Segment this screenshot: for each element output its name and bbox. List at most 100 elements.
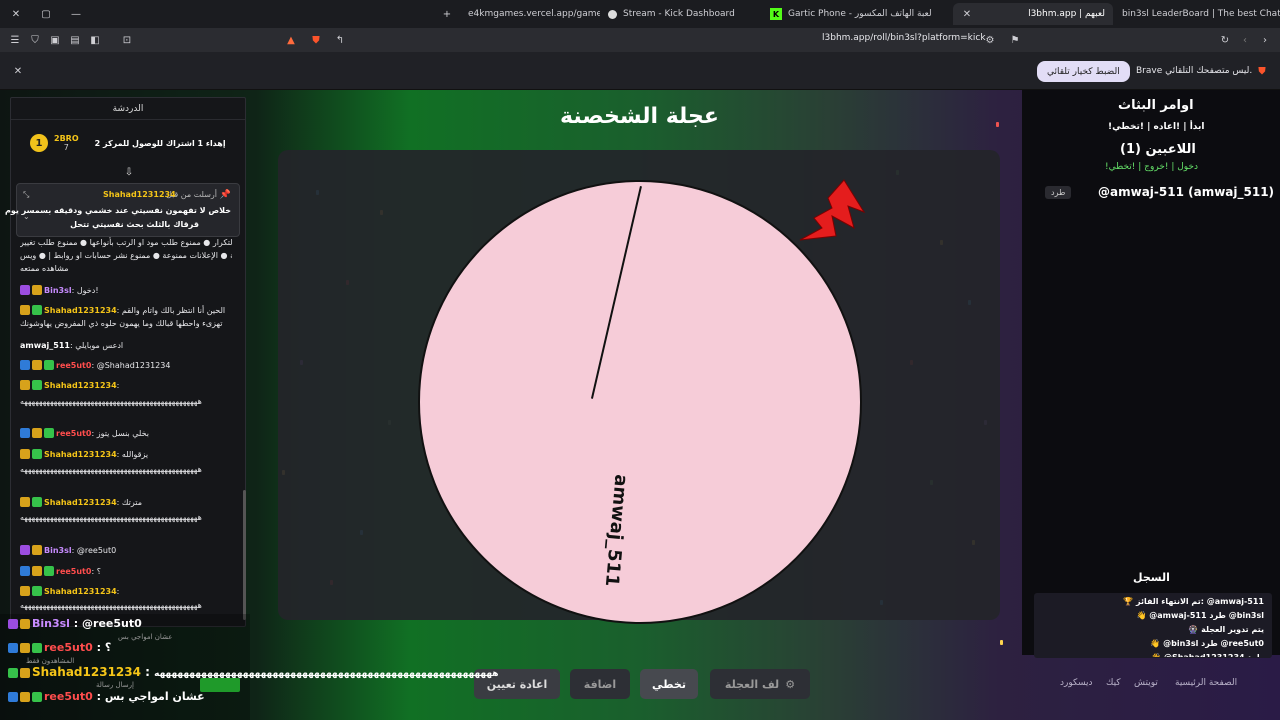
overlay-message: ree5ut0 : عشان امواجي بس	[8, 690, 205, 703]
chat-username[interactable]: Shahad1231234	[44, 306, 117, 315]
skip-button[interactable]: تخطي	[640, 669, 698, 699]
overlay-username: ree5ut0	[44, 641, 93, 654]
chat-message: Shahad1231234:	[20, 586, 232, 597]
wallet-icon[interactable]: ▣	[49, 34, 61, 46]
default-browser-infobar: ✕ الضبط كخيار تلقائي Brave ليس متصفحك ال…	[0, 52, 1280, 90]
overlay-message: Shahad1231234 : هههههههههههههههههههههههه…	[8, 665, 499, 679]
chat-username[interactable]: amwaj_511	[20, 341, 70, 350]
restore-window-icon[interactable]: ▢	[40, 8, 52, 20]
chat-message: هههههههههههههههههههههههههههههههههههههههه…	[20, 464, 232, 475]
unpin-icon[interactable]: ⤡	[23, 190, 29, 200]
reload-icon[interactable]: ↻	[1219, 34, 1231, 46]
chat-text: هههههههههههههههههههههههههههههههههههههههه…	[20, 513, 202, 522]
pinned-message[interactable]: 📌 أرسلت من قبل Shahad1231234 ⤡ ⌄ خلاص لا…	[5, 183, 240, 237]
menu-icon[interactable]: ☰	[9, 34, 21, 46]
tab-label: l3bhm.app | لعبهم	[1028, 9, 1105, 19]
chat-username[interactable]: ree5ut0	[56, 567, 91, 576]
tab-label: Stream - Kick Dashboard	[623, 9, 735, 19]
chat-scrollbar[interactable]	[243, 490, 246, 620]
chat-username[interactable]: Shahad1231234	[44, 381, 117, 390]
chat-username[interactable]: Bin3sl	[44, 286, 72, 295]
chat-message: Shahad1231234: يزقوالله	[20, 449, 232, 460]
commands-title: اوامر البثاث	[1118, 98, 1194, 113]
confetti-piece	[996, 122, 999, 127]
share-icon[interactable]: ↰	[334, 34, 346, 46]
sidebar-icon[interactable]: ◧	[89, 34, 101, 46]
add-button[interactable]: اضافة	[570, 669, 630, 699]
chat-message: amwaj_511: ادعس موبايلي	[20, 341, 124, 350]
kick-dashboard-icon	[608, 9, 617, 19]
log-entry: 👋 @Shahad1231234 طرد	[1151, 653, 1264, 657]
player-entry: @amwaj-511 (amwaj_511)	[1098, 185, 1275, 199]
overlay-text: ؟	[104, 641, 112, 654]
chat-text: ادعس موبايلي	[75, 341, 124, 350]
tab-e4kmgames[interactable]: e4kmgames.vercel.app/games/word	[460, 3, 600, 25]
log-entry: 🎡 يتم تدوير العجلة	[1188, 625, 1264, 634]
chat-message: ree5ut0: ؟	[20, 566, 232, 577]
close-tab-icon[interactable]: ✕	[961, 8, 973, 20]
players-title: اللاعبين (1)	[1120, 142, 1196, 157]
tab-kick-dashboard[interactable]: Stream - Kick Dashboard	[600, 3, 760, 25]
footer-twitch-link[interactable]: تويتش	[1134, 678, 1158, 688]
scroll-down-icon[interactable]: ⇩	[123, 166, 135, 178]
chat-rules: مشاهده ممتعه	[20, 264, 69, 273]
overlay-small-text: عشان امواجي بس	[118, 633, 173, 641]
overlay-small-text: المشاهدون فقط	[26, 657, 75, 665]
leader-goal: إهداء 1 اشتراك للوصول للمركز 2	[94, 138, 226, 148]
footer-discord-link[interactable]: ديسكورد	[1060, 678, 1093, 688]
pinned-text: قرقاك بالثلث بحث نفسيتي تتحل	[70, 220, 199, 229]
chat-username[interactable]: ree5ut0	[56, 429, 91, 438]
tab-gartic-phone[interactable]: K Gartic Phone - لعبة الهاتف المكسور	[762, 3, 952, 25]
kick-logo-icon: K	[770, 8, 782, 20]
kick-player-button[interactable]: طرد	[1045, 186, 1072, 199]
overlay-username: ree5ut0	[44, 690, 93, 703]
new-tab-icon[interactable]: +	[441, 8, 453, 20]
confetti-piece	[1000, 640, 1003, 645]
chat-text: الحين أنا انتظر بالك واتام والقم	[121, 306, 226, 315]
tab-label: bin3sl LeaderBoard | The best ChatB	[1122, 9, 1280, 19]
back-icon[interactable]: ‹	[1239, 34, 1251, 46]
chat-username[interactable]: ree5ut0	[56, 361, 91, 370]
tab-l3bhm[interactable]: ✕ l3bhm.app | لعبهم	[953, 3, 1113, 25]
footer-kick-link[interactable]: كيك	[1106, 678, 1121, 688]
bookmark-icon[interactable]: ⚑	[1009, 34, 1021, 46]
screenshot-icon[interactable]: ⊡	[121, 34, 133, 46]
forward-icon[interactable]: ›	[1259, 34, 1271, 46]
site-settings-icon[interactable]: ⚙	[984, 34, 996, 46]
chat-username[interactable]: Shahad1231234	[44, 450, 117, 459]
chat-username[interactable]: Shahad1231234	[44, 498, 117, 507]
address-bar[interactable]: l3bhm.app/roll/bin3sl?platform=kick	[822, 33, 986, 43]
chat-username[interactable]: Bin3sl	[44, 546, 72, 555]
tab-search-icon[interactable]: ▤	[69, 34, 81, 46]
close-infobar-icon[interactable]: ✕	[12, 65, 24, 77]
brave-logo-icon: ⛊	[1258, 65, 1266, 77]
close-window-icon[interactable]: ✕	[10, 8, 22, 20]
settings-icon: ⚙	[785, 677, 796, 691]
tab-leaderboard[interactable]: bin3sl LeaderBoard | The best ChatB	[1114, 3, 1280, 25]
shield-icon[interactable]: ⛉	[29, 34, 41, 46]
set-default-button[interactable]: الضبط كخيار تلقائي	[1037, 61, 1130, 82]
leaderboard-top: 1 2BRO 7 إهداء 1 اشتراك للوصول للمركز 2	[30, 134, 226, 152]
footer-home-link[interactable]: الصفحة الرئيسية	[1175, 678, 1237, 688]
overlay-small-text: إرسال رسالة	[96, 681, 134, 689]
chat-message: Bin3sl: دخول!	[20, 285, 232, 296]
rank-badge: 1	[30, 134, 48, 152]
log-entry: 👋 @bin3sl طرد @ree5ut0	[1150, 639, 1264, 648]
chat-message: ree5ut0: @Shahad1231234	[20, 360, 232, 371]
chat-text: مترتك	[121, 498, 142, 507]
chat-message: هههههههههههههههههههههههههههههههههههههههه…	[20, 396, 232, 407]
chat-text: هههههههههههههههههههههههههههههههههههههههه…	[20, 601, 202, 610]
rewards-icon[interactable]: ▲	[285, 34, 297, 46]
chat-username[interactable]: Shahad1231234	[44, 587, 117, 596]
minimize-window-icon[interactable]: —	[70, 8, 82, 20]
brave-shield-icon[interactable]: ⛊	[310, 34, 322, 46]
chat-send-button[interactable]	[200, 678, 240, 692]
overlay-username: Bin3sl	[32, 617, 70, 630]
chat-text: @Shahad1231234	[96, 361, 171, 370]
chat-message: Shahad1231234: مترتك	[20, 497, 232, 508]
chat-rules: التكرار ● ممنوع طلب مود او الرتب بأنواعه…	[20, 238, 232, 247]
chat-message: Bin3sl: @ree5ut0	[20, 545, 232, 556]
commands-line: !ابدأ | !اعاده | !تخطي	[1108, 122, 1205, 132]
spin-button[interactable]: لف العجلة ⚙	[710, 669, 810, 699]
page-title: عجلة الشخصنة	[560, 104, 719, 129]
